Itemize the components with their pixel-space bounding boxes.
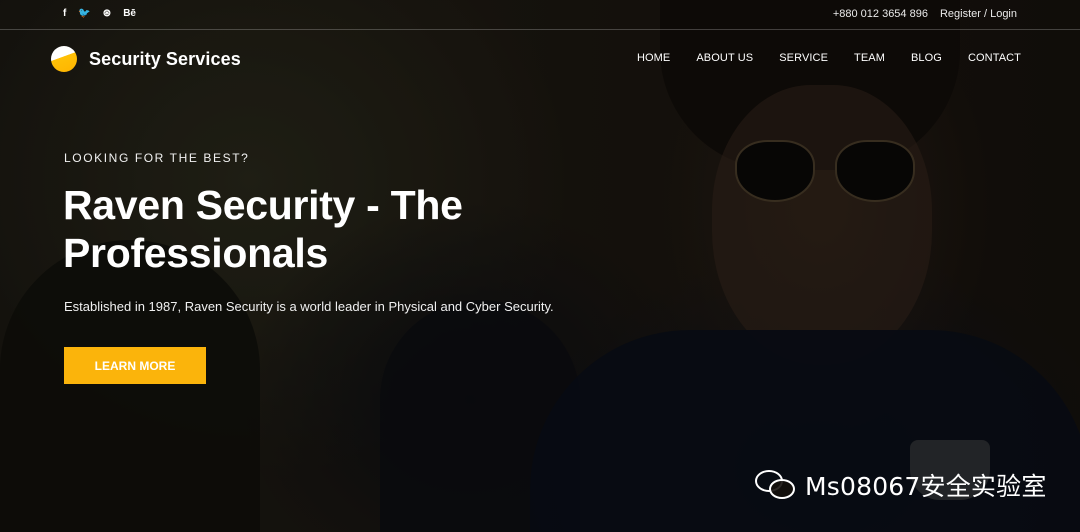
wechat-icon bbox=[755, 468, 797, 502]
main-nav: HOME ABOUT US SERVICE TEAM BLOG CONTACT bbox=[637, 52, 1021, 64]
hero-title-line-2: Professionals bbox=[63, 230, 328, 276]
logo-icon bbox=[51, 46, 77, 72]
nav-home[interactable]: HOME bbox=[637, 52, 670, 64]
learn-more-button[interactable]: LEARN MORE bbox=[64, 347, 206, 384]
register-login-link[interactable]: Register / Login bbox=[940, 8, 1017, 20]
social-links: f 🐦 ⊛ Bē bbox=[63, 8, 136, 20]
top-bar-right: +880 012 3654 896 Register / Login bbox=[833, 8, 1017, 20]
facebook-icon[interactable]: f bbox=[63, 8, 66, 20]
nav-blog[interactable]: BLOG bbox=[911, 52, 942, 64]
hero-title: Raven Security - The Professionals bbox=[63, 181, 623, 277]
twitter-icon[interactable]: 🐦 bbox=[78, 8, 90, 20]
phone-number[interactable]: +880 012 3654 896 bbox=[833, 8, 928, 20]
watermark-text: Ms08067安全实验室 bbox=[805, 472, 1047, 501]
top-bar: f 🐦 ⊛ Bē +880 012 3654 896 Register / Lo… bbox=[0, 0, 1080, 30]
nav-team[interactable]: TEAM bbox=[854, 52, 885, 64]
hero-eyebrow: LOOKING FOR THE BEST? bbox=[64, 151, 250, 165]
behance-icon[interactable]: Bē bbox=[123, 8, 136, 20]
nav-about-us[interactable]: ABOUT US bbox=[696, 52, 753, 64]
hero-subtitle: Established in 1987, Raven Security is a… bbox=[64, 299, 554, 314]
hero-title-line-1: Raven Security - The bbox=[63, 182, 463, 228]
site-logo[interactable]: Security Services bbox=[51, 46, 241, 72]
nav-service[interactable]: SERVICE bbox=[779, 52, 828, 64]
hero-section: f 🐦 ⊛ Bē +880 012 3654 896 Register / Lo… bbox=[0, 0, 1080, 532]
watermark: Ms08067安全实验室 bbox=[755, 467, 1047, 503]
dribbble-icon[interactable]: ⊛ bbox=[103, 8, 111, 20]
nav-contact[interactable]: CONTACT bbox=[968, 52, 1021, 64]
brand-name: Security Services bbox=[89, 48, 241, 69]
